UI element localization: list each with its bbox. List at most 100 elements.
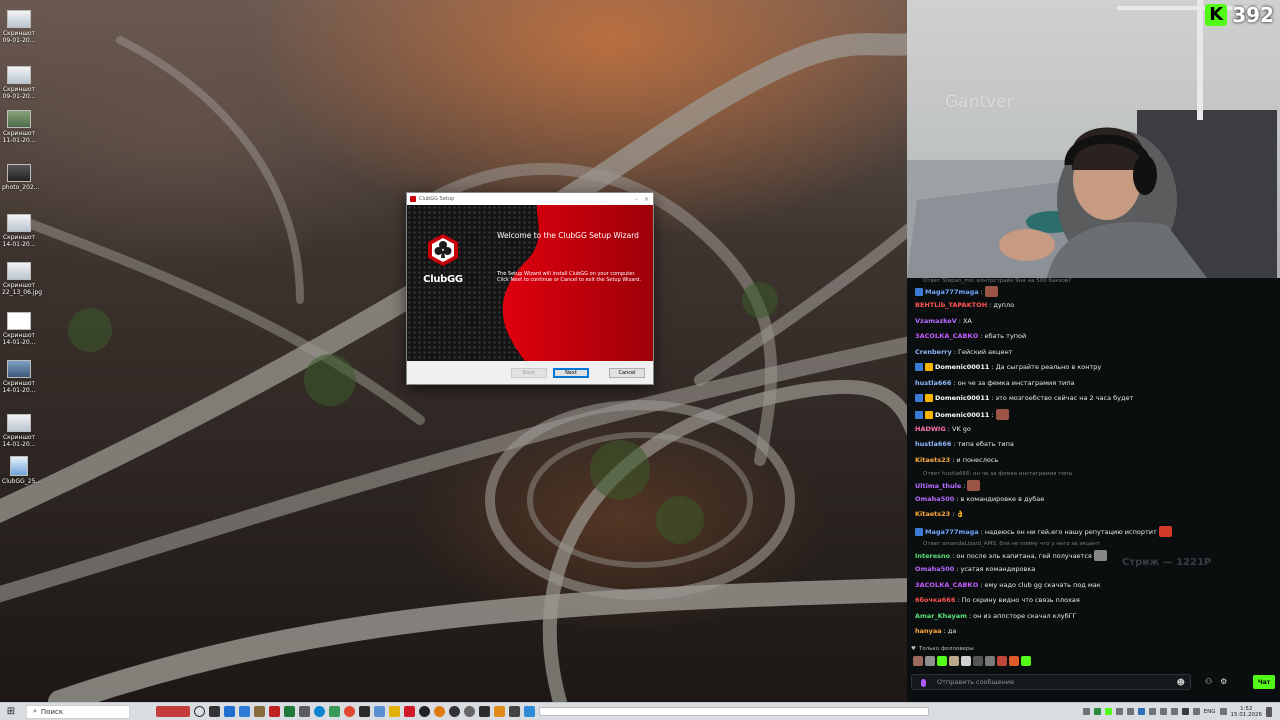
chat-username[interactable]: Kitaets23 [915, 456, 950, 464]
edge-icon[interactable] [314, 706, 325, 717]
chat-username[interactable]: Maga777maga [925, 288, 979, 296]
chat-username[interactable]: HADWIG [915, 425, 946, 433]
tray-icon[interactable] [1148, 708, 1156, 715]
close-icon[interactable]: × [644, 196, 649, 203]
taskbar-search-box[interactable]: ⌕ Поиск [26, 704, 130, 719]
chat-username[interactable]: Amar_Khayam [915, 612, 967, 620]
app-icon[interactable] [269, 706, 280, 717]
app-icon[interactable] [299, 706, 310, 717]
emote-icon[interactable] [985, 656, 995, 666]
tray-icon[interactable] [1137, 708, 1145, 715]
chat-text: и понеслось [956, 456, 999, 464]
app-icon[interactable] [419, 706, 430, 717]
app-icon[interactable] [509, 706, 520, 717]
chat-username[interactable]: Omaha500 [915, 565, 954, 573]
people-icon[interactable]: ⚇ [1205, 677, 1212, 686]
pinned-app-icon[interactable] [156, 706, 190, 717]
chat-username[interactable]: Ultima_thule [915, 482, 961, 490]
chat-username[interactable]: 6бочка666 [915, 596, 955, 604]
app-icon[interactable] [239, 706, 250, 717]
task-view-icon[interactable] [209, 706, 220, 717]
chat-username[interactable]: Kitaets23 [915, 510, 950, 518]
app-icon[interactable] [389, 706, 400, 717]
chat-username[interactable]: Domenic00011 [935, 394, 989, 402]
gear-icon[interactable]: ⚙ [1220, 677, 1227, 686]
desktop-icon-screenshot-5[interactable]: Скриншот 22_13_06.jpg [2, 262, 42, 296]
chat-username[interactable]: hanyaa [915, 627, 942, 635]
emote-icon[interactable] [925, 656, 935, 666]
emote-icon[interactable] [1021, 656, 1031, 666]
tray-icon[interactable] [1093, 708, 1101, 715]
app-icon[interactable] [329, 706, 340, 717]
chat-text: надеюсь он ни гей,его нашу репутацию исп… [984, 527, 1157, 536]
chat-message-input[interactable]: Отправить сообщение ☻ [911, 674, 1191, 690]
chat-username[interactable]: Domenic00011 [935, 411, 989, 419]
window-titlebar[interactable]: ClubGG Setup – × [407, 193, 653, 205]
installer-icon[interactable] [524, 706, 535, 717]
cortana-icon[interactable] [194, 706, 205, 717]
emote-icon[interactable] [913, 656, 923, 666]
chat-username[interactable]: Domenic00011 [935, 363, 989, 371]
tray-icon[interactable] [1082, 708, 1090, 715]
volume-icon[interactable] [1192, 708, 1200, 715]
app-icon[interactable] [449, 706, 460, 717]
app-icon[interactable] [479, 706, 490, 717]
chat-username[interactable]: BEHTLib_TAPAKTOH [915, 301, 987, 309]
network-icon[interactable] [1219, 708, 1227, 715]
app-icon[interactable] [359, 706, 370, 717]
chat-username[interactable]: Omaha500 [915, 495, 954, 503]
desktop-icon-photo[interactable]: photo_202... [2, 164, 39, 191]
chrome-icon[interactable] [344, 706, 355, 717]
next-button[interactable]: Next [553, 368, 589, 378]
yandex-icon[interactable] [404, 706, 415, 717]
tray-icon[interactable] [1170, 708, 1178, 715]
desktop-icon-screenshot-2[interactable]: Скриншот 09-01-20... [2, 66, 36, 100]
emoji-picker-icon[interactable]: ☻ [1177, 678, 1185, 687]
emote-icon[interactable] [1009, 656, 1019, 666]
desktop-icon-screenshot-3[interactable]: Скриншот 11-01-20... [2, 110, 36, 144]
cancel-button[interactable]: Cancel [609, 368, 645, 378]
desktop-icon-screenshot-7[interactable]: Скриншот 14-01-20... [2, 360, 36, 394]
chat-username[interactable]: ЗАСОLКА_САВКО [915, 581, 978, 589]
app-icon[interactable] [374, 706, 385, 717]
windows-start-icon[interactable]: ⊞ [0, 706, 22, 717]
tray-icon[interactable] [1159, 708, 1167, 715]
emote-icon[interactable] [949, 656, 959, 666]
app-icon[interactable] [254, 706, 265, 717]
desktop-icon-clubgg-installer[interactable]: ClubGG_25... [2, 456, 41, 485]
badge-icon [915, 287, 923, 296]
minimize-icon[interactable]: – [635, 196, 638, 203]
chat-username[interactable]: Interesno [915, 552, 950, 560]
app-icon [410, 196, 416, 202]
emote-icon[interactable] [973, 656, 983, 666]
tray-icon[interactable] [1115, 708, 1123, 715]
chat-username[interactable]: Crenberry [915, 348, 952, 356]
chat-send-button[interactable]: Чат [1253, 675, 1275, 689]
emote-icon[interactable] [937, 656, 947, 666]
app-icon[interactable] [464, 706, 475, 717]
chat-username[interactable]: hustla666 [915, 379, 951, 387]
outlook-icon[interactable] [224, 706, 235, 717]
emote-icon[interactable] [961, 656, 971, 666]
tray-icon[interactable] [1126, 708, 1134, 715]
back-button[interactable]: Back [511, 368, 547, 378]
chat-username[interactable]: hustla666 [915, 440, 951, 448]
chat-username[interactable]: VzamazkeV [915, 317, 957, 325]
app-icon[interactable] [494, 706, 505, 717]
taskbar-clock[interactable]: 1:52 15.01.2026 [1231, 706, 1263, 718]
chat-username[interactable]: Maga777maga [925, 528, 979, 536]
desktop-icon-screenshot-4[interactable]: Скриншот 14-01-20... [2, 214, 36, 248]
active-window-preview[interactable] [539, 707, 929, 716]
language-indicator[interactable]: ENG [1204, 709, 1216, 715]
desktop-icon-screenshot-8[interactable]: Скриншот 14-01-20... [2, 414, 36, 448]
tray-icon[interactable] [1104, 708, 1112, 715]
notifications-icon[interactable] [1266, 706, 1272, 717]
microphone-icon[interactable] [921, 679, 926, 687]
app-icon[interactable] [284, 706, 295, 717]
tray-icon[interactable] [1181, 708, 1189, 715]
app-icon[interactable] [434, 706, 445, 717]
desktop-icon-screenshot-1[interactable]: Скриншот 09-01-20... [2, 10, 36, 44]
desktop-icon-screenshot-6[interactable]: Скриншот 14-01-20... [2, 312, 36, 346]
chat-username[interactable]: ЗАСОLКА_САВКО [915, 332, 978, 340]
emote-icon[interactable] [997, 656, 1007, 666]
